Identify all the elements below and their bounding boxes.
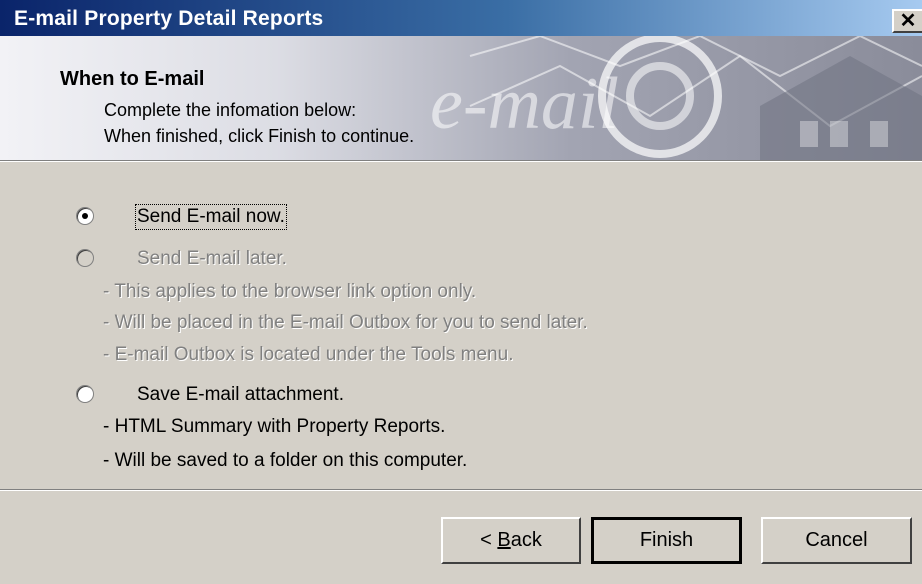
save-attachment-radio[interactable] [76,385,94,403]
close-button[interactable]: ✕ [892,9,922,33]
instruction-line-2: When finished, click Finish to continue. [104,126,415,146]
back-button[interactable]: < Back [441,517,581,564]
finish-button[interactable]: Finish [591,517,742,564]
instruction-line-1: Complete the infomation below: [104,100,357,120]
send-later-radio[interactable] [76,249,94,267]
back-prefix: < [480,529,498,551]
save-attachment-label[interactable]: Save E-mail attachment. [137,384,344,406]
header-separator [0,160,922,162]
send-later-note: - Will be placed in the E-mail Outbox fo… [103,312,588,333]
window-title: E-mail Property Detail Reports [14,7,324,30]
finish-label: Finish [639,529,694,551]
send-later-label[interactable]: Send E-mail later. [137,248,287,270]
wizard-header-banner: e-mail When to E-mail Complete the infom… [0,36,922,160]
cancel-button[interactable]: Cancel [761,517,912,564]
send-now-radio[interactable] [76,207,94,225]
save-attachment-note: - HTML Summary with Property Reports. [103,416,446,437]
step-heading: When to E-mail [60,68,205,90]
cancel-label: Cancel [805,529,868,551]
back-label-rest: ack [510,529,542,551]
radio-selected-dot [82,213,88,219]
back-mnemonic: B [497,529,511,551]
title-bar: E-mail Property Detail Reports ✕ [0,0,922,36]
close-icon: ✕ [899,10,917,32]
email-watermark: e-mail [430,63,619,145]
send-later-note: - E-mail Outbox is located under the Too… [103,344,514,365]
send-now-label[interactable]: Send E-mail now. [135,204,287,230]
send-later-note: - This applies to the browser link optio… [103,281,477,302]
save-attachment-note: - Will be saved to a folder on this comp… [103,450,468,471]
footer-separator [0,489,922,491]
